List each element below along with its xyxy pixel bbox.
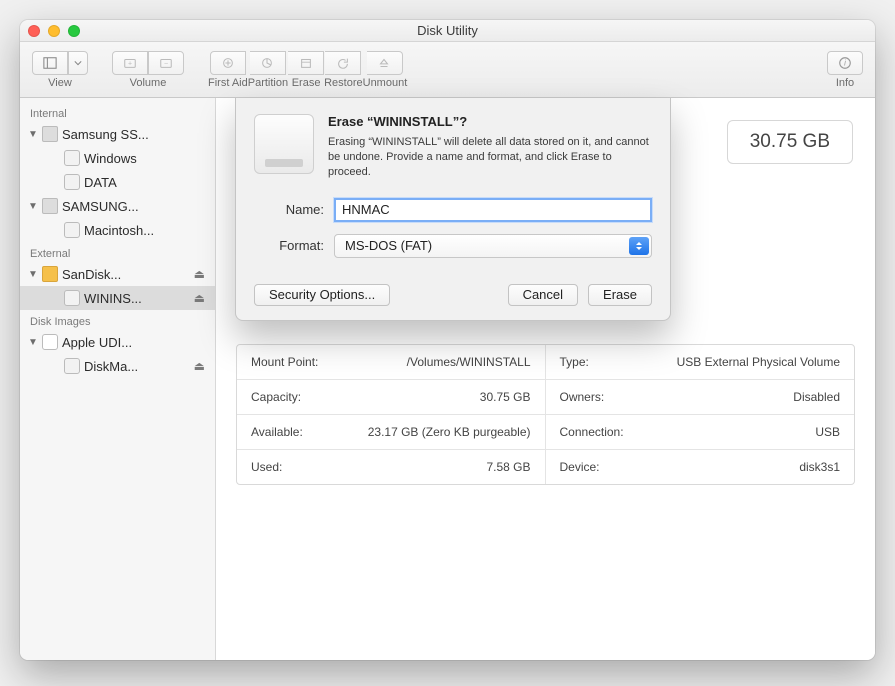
volume-group: + − Volume xyxy=(112,51,184,89)
sidebar-item-label: WININS... xyxy=(84,291,186,306)
sidebar-item-data[interactable]: DATA xyxy=(20,170,215,194)
sidebar-section-external: External xyxy=(20,242,215,262)
svg-text:+: + xyxy=(128,60,132,67)
info-button[interactable]: i xyxy=(827,51,863,75)
sidebar-item-wininstall[interactable]: WININS... ⏏ xyxy=(20,286,215,310)
erase-confirm-button[interactable]: Erase xyxy=(588,284,652,306)
partition-button[interactable] xyxy=(250,51,286,75)
eject-icon[interactable]: ⏏ xyxy=(190,267,209,281)
info-label: Mount Point: xyxy=(251,355,318,369)
sidebar-item-label: Macintosh... xyxy=(84,223,209,238)
sidebar-item-macintosh[interactable]: Macintosh... xyxy=(20,218,215,242)
info-value: disk3s1 xyxy=(799,460,840,474)
erase-toolbar-label: Erase xyxy=(292,77,321,89)
sidebar-item-label: Windows xyxy=(84,151,209,166)
info-row-connection: Connection: USB xyxy=(546,415,855,450)
sidebar-item-label: Samsung SS... xyxy=(62,127,209,142)
format-label: Format: xyxy=(254,238,334,253)
cancel-button[interactable]: Cancel xyxy=(508,284,578,306)
info-value: Disabled xyxy=(793,390,840,404)
button-label: Erase xyxy=(603,287,637,302)
sidebar-item-samsung-ss[interactable]: ▼Samsung SS... xyxy=(20,122,215,146)
info-row-mountpoint: Mount Point: /Volumes/WININSTALL xyxy=(237,345,545,380)
button-label: Cancel xyxy=(523,287,563,302)
volume-size: 30.75 GB xyxy=(727,120,853,164)
partition-label: Partition xyxy=(248,77,288,89)
unmount-label: Unmount xyxy=(363,77,408,89)
unmount-button[interactable] xyxy=(367,51,403,75)
security-options-button[interactable]: Security Options... xyxy=(254,284,390,306)
sidebar-section-internal: Internal xyxy=(20,102,215,122)
sidebar-item-label: Apple UDI... xyxy=(62,335,209,350)
info-value: 23.17 GB (Zero KB purgeable) xyxy=(368,425,531,439)
name-label: Name: xyxy=(254,202,334,217)
view-menu-button[interactable] xyxy=(68,51,88,75)
info-row-capacity: Capacity: 30.75 GB xyxy=(237,380,545,415)
info-label: Type: xyxy=(560,355,589,369)
toolbar: View + − Volume First Aid Partition Eras… xyxy=(20,42,875,98)
info-label: Connection: xyxy=(560,425,624,439)
sidebar-item-apple-udi[interactable]: ▼Apple UDI... xyxy=(20,330,215,354)
sidebar-item-diskma[interactable]: DiskMa... ⏏ xyxy=(20,354,215,378)
disk-utility-window: Disk Utility View + − V xyxy=(20,20,875,660)
volume-add-button[interactable]: + xyxy=(112,51,148,75)
info-group: i Info xyxy=(827,51,863,89)
info-row-device: Device: disk3s1 xyxy=(546,450,855,484)
sheet-title: Erase “WININSTALL”? xyxy=(328,114,652,129)
erase-button[interactable] xyxy=(288,51,324,75)
sidebar-item-label: DiskMa... xyxy=(84,359,186,374)
sidebar: Internal ▼Samsung SS... Windows DATA ▼SA… xyxy=(20,98,216,660)
info-table: Mount Point: /Volumes/WININSTALL Capacity… xyxy=(236,344,855,485)
titlebar: Disk Utility xyxy=(20,20,875,42)
sheet-description: Erasing “WININSTALL” will delete all dat… xyxy=(328,135,652,180)
drive-icon xyxy=(254,114,314,174)
restore-label: Restore xyxy=(324,77,363,89)
volume-remove-button[interactable]: − xyxy=(148,51,184,75)
view-sidebar-button[interactable] xyxy=(32,51,68,75)
info-value: USB xyxy=(815,425,840,439)
info-label: Info xyxy=(836,77,854,89)
info-label: Used: xyxy=(251,460,282,474)
restore-button[interactable] xyxy=(325,51,361,75)
format-value: MS-DOS (FAT) xyxy=(345,238,432,253)
info-label: Capacity: xyxy=(251,390,301,404)
sidebar-item-label: SAMSUNG... xyxy=(62,199,209,214)
sidebar-item-label: SanDisk... xyxy=(62,267,186,282)
button-label: Security Options... xyxy=(269,287,375,302)
info-value: USB External Physical Volume xyxy=(677,355,840,369)
info-label: Device: xyxy=(560,460,600,474)
format-select[interactable]: MS-DOS (FAT) xyxy=(334,234,652,258)
firstaid-label: First Aid xyxy=(208,77,248,89)
erase-sheet: Erase “WININSTALL”? Erasing “WININSTALL”… xyxy=(235,98,671,321)
volume-label: Volume xyxy=(130,77,167,89)
name-input[interactable] xyxy=(334,198,652,222)
info-label: Available: xyxy=(251,425,303,439)
info-row-type: Type: USB External Physical Volume xyxy=(546,345,855,380)
info-value: 30.75 GB xyxy=(480,390,531,404)
sidebar-item-sandisk[interactable]: ▼SanDisk...⏏ xyxy=(20,262,215,286)
eject-icon[interactable]: ⏏ xyxy=(190,359,209,373)
eject-icon[interactable]: ⏏ xyxy=(190,291,209,305)
svg-text:−: − xyxy=(164,60,168,67)
sidebar-section-diskimages: Disk Images xyxy=(20,310,215,330)
sidebar-item-windows[interactable]: Windows xyxy=(20,146,215,170)
info-value: /Volumes/WININSTALL xyxy=(407,355,531,369)
firstaid-button[interactable] xyxy=(210,51,246,75)
sidebar-item-label: DATA xyxy=(84,175,209,190)
view-group: View xyxy=(32,51,88,89)
sidebar-item-samsung[interactable]: ▼SAMSUNG... xyxy=(20,194,215,218)
view-label: View xyxy=(48,77,72,89)
info-row-owners: Owners: Disabled xyxy=(546,380,855,415)
info-row-used: Used: 7.58 GB xyxy=(237,450,545,484)
svg-text:i: i xyxy=(844,58,846,67)
info-label: Owners: xyxy=(560,390,605,404)
info-value: 7.58 GB xyxy=(486,460,530,474)
dropdown-icon xyxy=(629,237,649,255)
window-title: Disk Utility xyxy=(20,23,875,38)
info-row-available: Available: 23.17 GB (Zero KB purgeable) xyxy=(237,415,545,450)
